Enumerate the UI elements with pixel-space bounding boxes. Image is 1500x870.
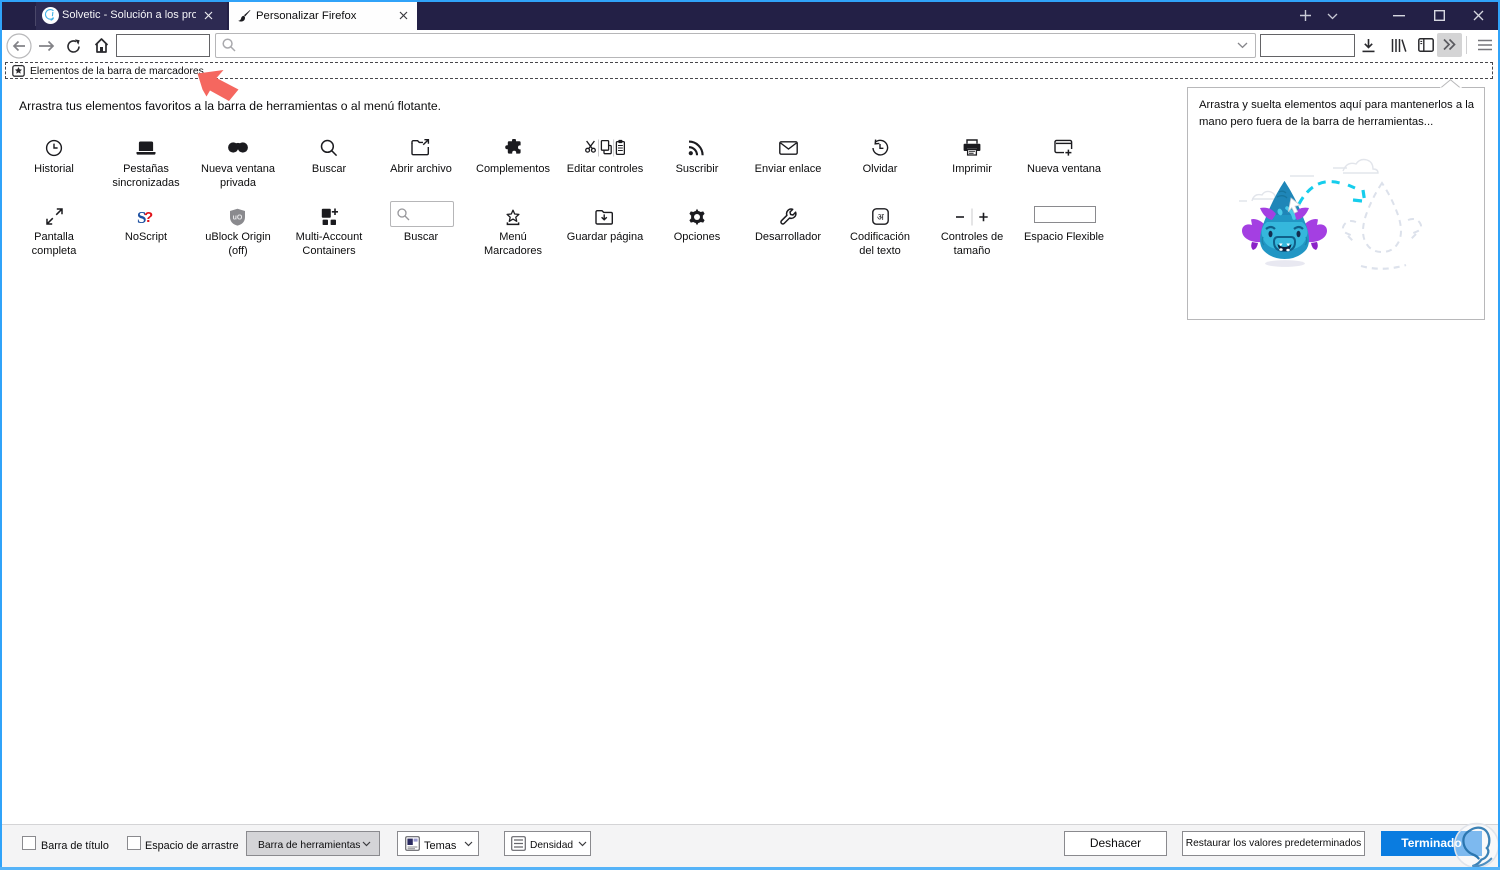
svg-text:अ: अ — [877, 212, 885, 222]
svg-text:?: ? — [144, 209, 153, 226]
svg-text:uO: uO — [233, 215, 243, 222]
